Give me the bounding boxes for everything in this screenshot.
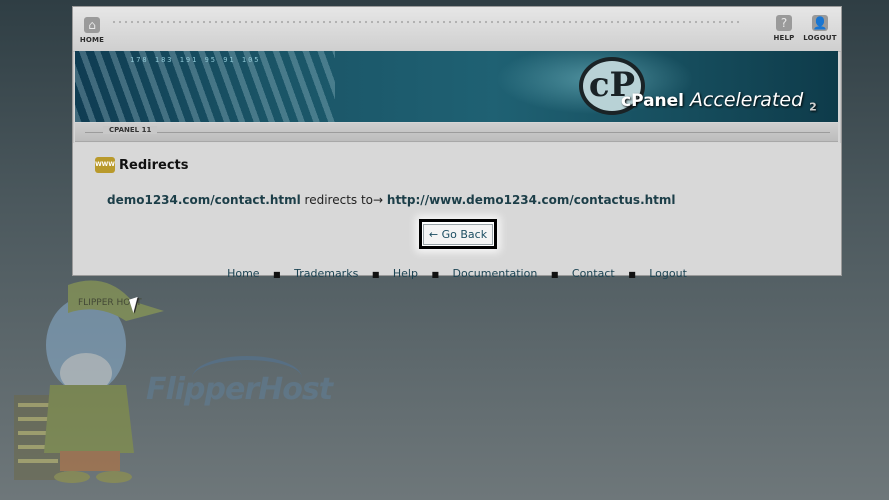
nav-logout-label: LOGOUT [803,34,837,42]
go-back-button[interactable]: ← Go Back [422,223,494,245]
nav-help-label: HELP [773,34,795,42]
cpanel-window: ⌂ HOME ? HELP 👤 LOGOUT 178 183 191 95 91… [72,6,842,280]
page-title: Redirects [119,157,189,173]
footer-link-logout[interactable]: Logout [649,267,687,280]
redirect-destination-link[interactable]: http://www.demo1234.com/contactus.html [387,193,676,207]
footer-separator: ■ [273,269,281,279]
help-icon: ? [776,15,792,31]
main-content: WWW Redirects demo1234.com/contact.html … [73,143,841,280]
footer-separator: ■ [371,269,380,279]
brand-accent: Accelerated [689,89,804,111]
footer-separator: ■ [550,269,559,279]
brand-name: cPanel [621,91,685,111]
nav-home[interactable]: ⌂ HOME [79,17,105,44]
flipperhost-watermark: FlipperHost [146,372,333,407]
footer-link-trademarks[interactable]: Trademarks [294,267,358,280]
breadcrumb-line [85,132,830,133]
redirect-middle-text: redirects to→ [304,193,384,207]
nav-home-label: HOME [79,36,105,44]
go-back-highlight: ← Go Back [419,219,497,249]
brand-version: 2 [809,100,817,114]
footer-links: Home ■ Trademarks ■ Help ■ Documentation… [73,267,841,280]
top-nav-bar: ⌂ HOME ? HELP 👤 LOGOUT [73,7,841,52]
footer-separator: ■ [628,269,636,279]
breadcrumb: CPANEL 11 [75,123,838,142]
nav-logout[interactable]: 👤 LOGOUT [803,15,837,42]
www-globe-icon: WWW [95,157,115,173]
cpanel-brand: cPanel Accelerated 2 [621,89,817,113]
home-icon: ⌂ [84,17,100,33]
page-heading: WWW Redirects [95,157,188,173]
footer-link-documentation[interactable]: Documentation [453,267,538,280]
cpanel-banner: 178 183 191 95 91 105 cP cPanel Accelera… [75,51,838,122]
footer-link-help[interactable]: Help [393,267,418,280]
redirect-source-link[interactable]: demo1234.com/contact.html [107,193,301,207]
nav-help[interactable]: ? HELP [771,15,797,42]
user-icon: 👤 [812,15,828,31]
breadcrumb-cpanel[interactable]: CPANEL 11 [103,126,158,134]
footer-link-home[interactable]: Home [227,267,259,280]
footer-separator: ■ [431,269,440,279]
redirect-summary: demo1234.com/contact.html redirects to→ … [107,193,676,207]
dotted-divider [111,19,743,25]
footer-link-contact[interactable]: Contact [572,267,615,280]
banner-numbers: 178 183 191 95 91 105 [130,56,261,64]
